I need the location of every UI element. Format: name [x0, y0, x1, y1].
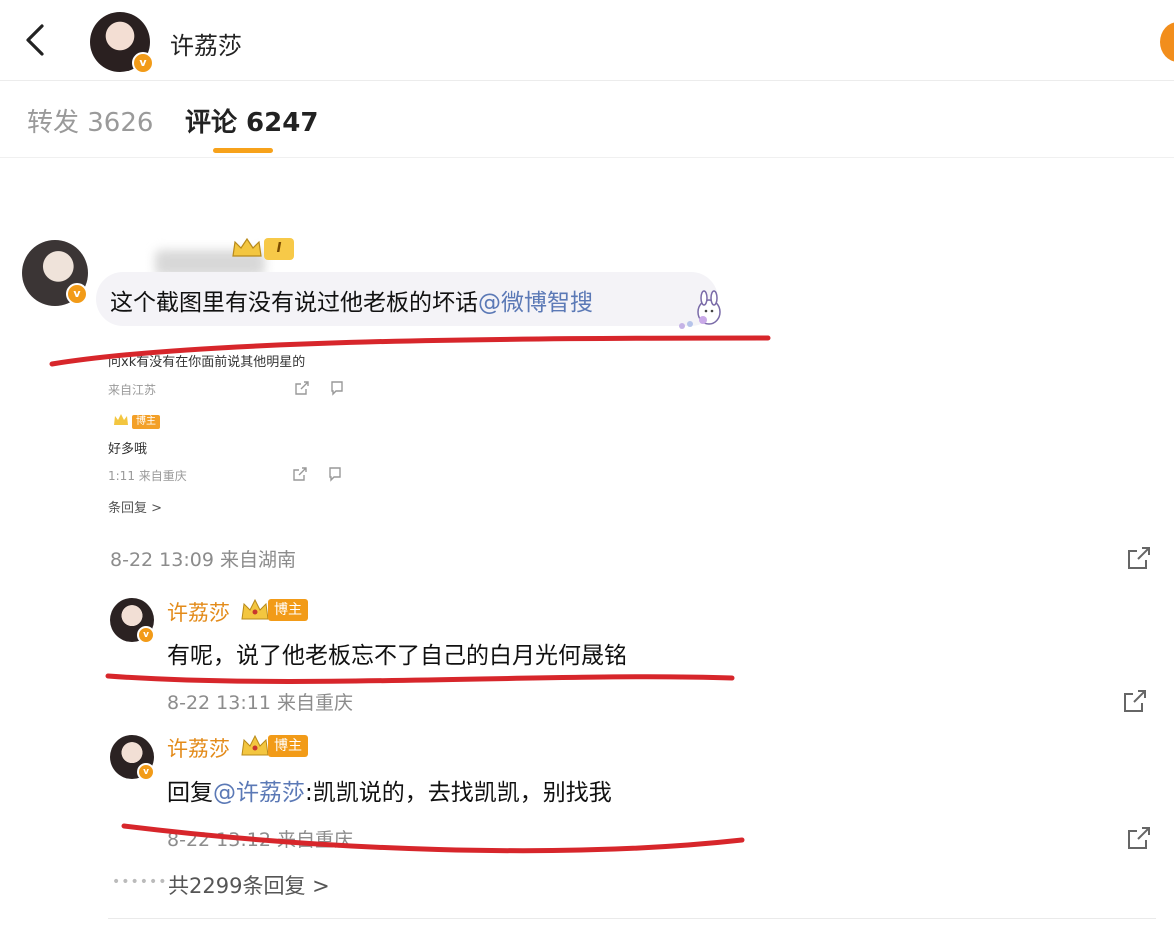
snippet-text: 好多哦 [108, 442, 148, 457]
page-title[interactable]: 许荔莎 [170, 26, 242, 61]
reply-time: 8-22 13:11 来自重庆 [167, 692, 353, 714]
verified-badge-icon: v [137, 763, 155, 781]
snippet-reply-count: 条回复 > [108, 501, 163, 516]
crown-icon [241, 598, 269, 620]
share-icon[interactable] [1126, 545, 1152, 571]
crown-icon [232, 237, 262, 257]
share-icon [293, 467, 307, 481]
crown-icon [114, 414, 128, 425]
verified-badge-icon: v [66, 283, 88, 305]
share-icon [295, 381, 309, 395]
blogger-tag: 博主 [268, 735, 308, 757]
reply-body: :凯凯说的，去找凯凯，别找我 [305, 780, 612, 806]
blogger-tag: 博主 [268, 599, 308, 621]
reply-time: 8-22 13:12 来自重庆 [167, 829, 353, 851]
reply-username[interactable]: 许荔莎 [167, 597, 230, 627]
divider [108, 918, 1156, 919]
verified-badge-icon: v [132, 52, 154, 74]
bunny-sticker-icon [679, 290, 721, 329]
tab-comment[interactable]: 评论 6247 [185, 102, 318, 139]
share-icon[interactable] [1126, 825, 1152, 851]
comment-icon [331, 381, 343, 396]
comment-time: 8-22 13:09 来自湖南 [110, 549, 296, 571]
tab-repost[interactable]: 转发 3626 [27, 102, 153, 139]
divider [0, 157, 1174, 158]
share-icon[interactable] [1122, 688, 1148, 714]
chevron-left-icon[interactable] [18, 22, 54, 58]
mention-link[interactable]: @许荔莎 [213, 780, 305, 806]
more-replies-link[interactable]: 共2299条回复 > [168, 870, 330, 900]
reply-prefix: 回复 [167, 780, 213, 806]
snippet-text: 问xk有没有在你面前说其他明星的 [108, 355, 306, 370]
verified-badge-icon: v [137, 626, 155, 644]
level-badge: I [264, 238, 294, 260]
blogger-tag: 博主 [132, 415, 160, 429]
comment-text: 这个截图里有没有说过他老板的坏话@微博智搜 [110, 283, 593, 317]
active-tab-indicator [213, 148, 273, 153]
crown-icon [241, 734, 269, 756]
reply-text: 有呢，说了他老板忘不了自己的白月光何晟铭 [167, 643, 627, 669]
mention-link[interactable]: @微博智搜 [478, 290, 593, 316]
dots-icon: •••••• [112, 874, 168, 890]
snippet-meta: 来自江苏 [108, 383, 157, 397]
comment-icon [329, 467, 341, 482]
reply-text: 回复@许荔莎:凯凯说的，去找凯凯，别找我 [167, 773, 612, 807]
comment-body: 这个截图里有没有说过他老板的坏话 [110, 290, 478, 316]
snippet-meta: 1:11 来自重庆 [108, 469, 187, 483]
reply-username[interactable]: 许荔莎 [167, 733, 230, 763]
